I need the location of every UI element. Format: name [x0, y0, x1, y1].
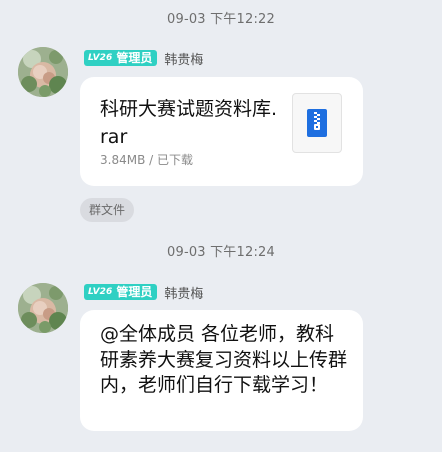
avatar[interactable]	[18, 47, 68, 97]
badge-level: LV26	[88, 53, 113, 63]
group-file-tag[interactable]: 群文件	[80, 198, 135, 222]
avatar-flower-image	[18, 283, 68, 333]
file-message-bubble[interactable]: 科研大赛试题资料库.rar 3.84MB / 已下载	[80, 77, 363, 186]
admin-level-badge: LV26 管理员	[84, 284, 158, 300]
sender-row: LV26 管理员 韩贵梅	[84, 283, 203, 302]
admin-level-badge: LV26 管理员	[84, 50, 158, 66]
timestamp: 09-03 下午12:22	[167, 12, 275, 27]
badge-role: 管理员	[116, 285, 153, 299]
file-name: 科研大赛试题资料库.rar	[100, 98, 278, 148]
sender-name[interactable]: 韩贵梅	[164, 283, 203, 302]
badge-level: LV26	[88, 287, 113, 297]
file-meta: 3.84MB / 已下载	[100, 153, 193, 167]
avatar-flower-image	[18, 47, 68, 97]
text-message-bubble[interactable]: @全体成员 各位老师，教科研素养大赛复习资料以上传群内，老师们自行下载学习！	[80, 310, 363, 431]
timestamp: 09-03 下午12:24	[167, 245, 275, 260]
avatar[interactable]	[18, 283, 68, 333]
sender-name[interactable]: 韩贵梅	[164, 49, 203, 68]
zip-archive-icon	[292, 93, 342, 153]
badge-role: 管理员	[116, 51, 153, 65]
message-text: @全体成员 各位老师，教科研素养大赛复习资料以上传群内，老师们自行下载学习！	[100, 323, 348, 396]
sender-row: LV26 管理员 韩贵梅	[84, 49, 203, 68]
